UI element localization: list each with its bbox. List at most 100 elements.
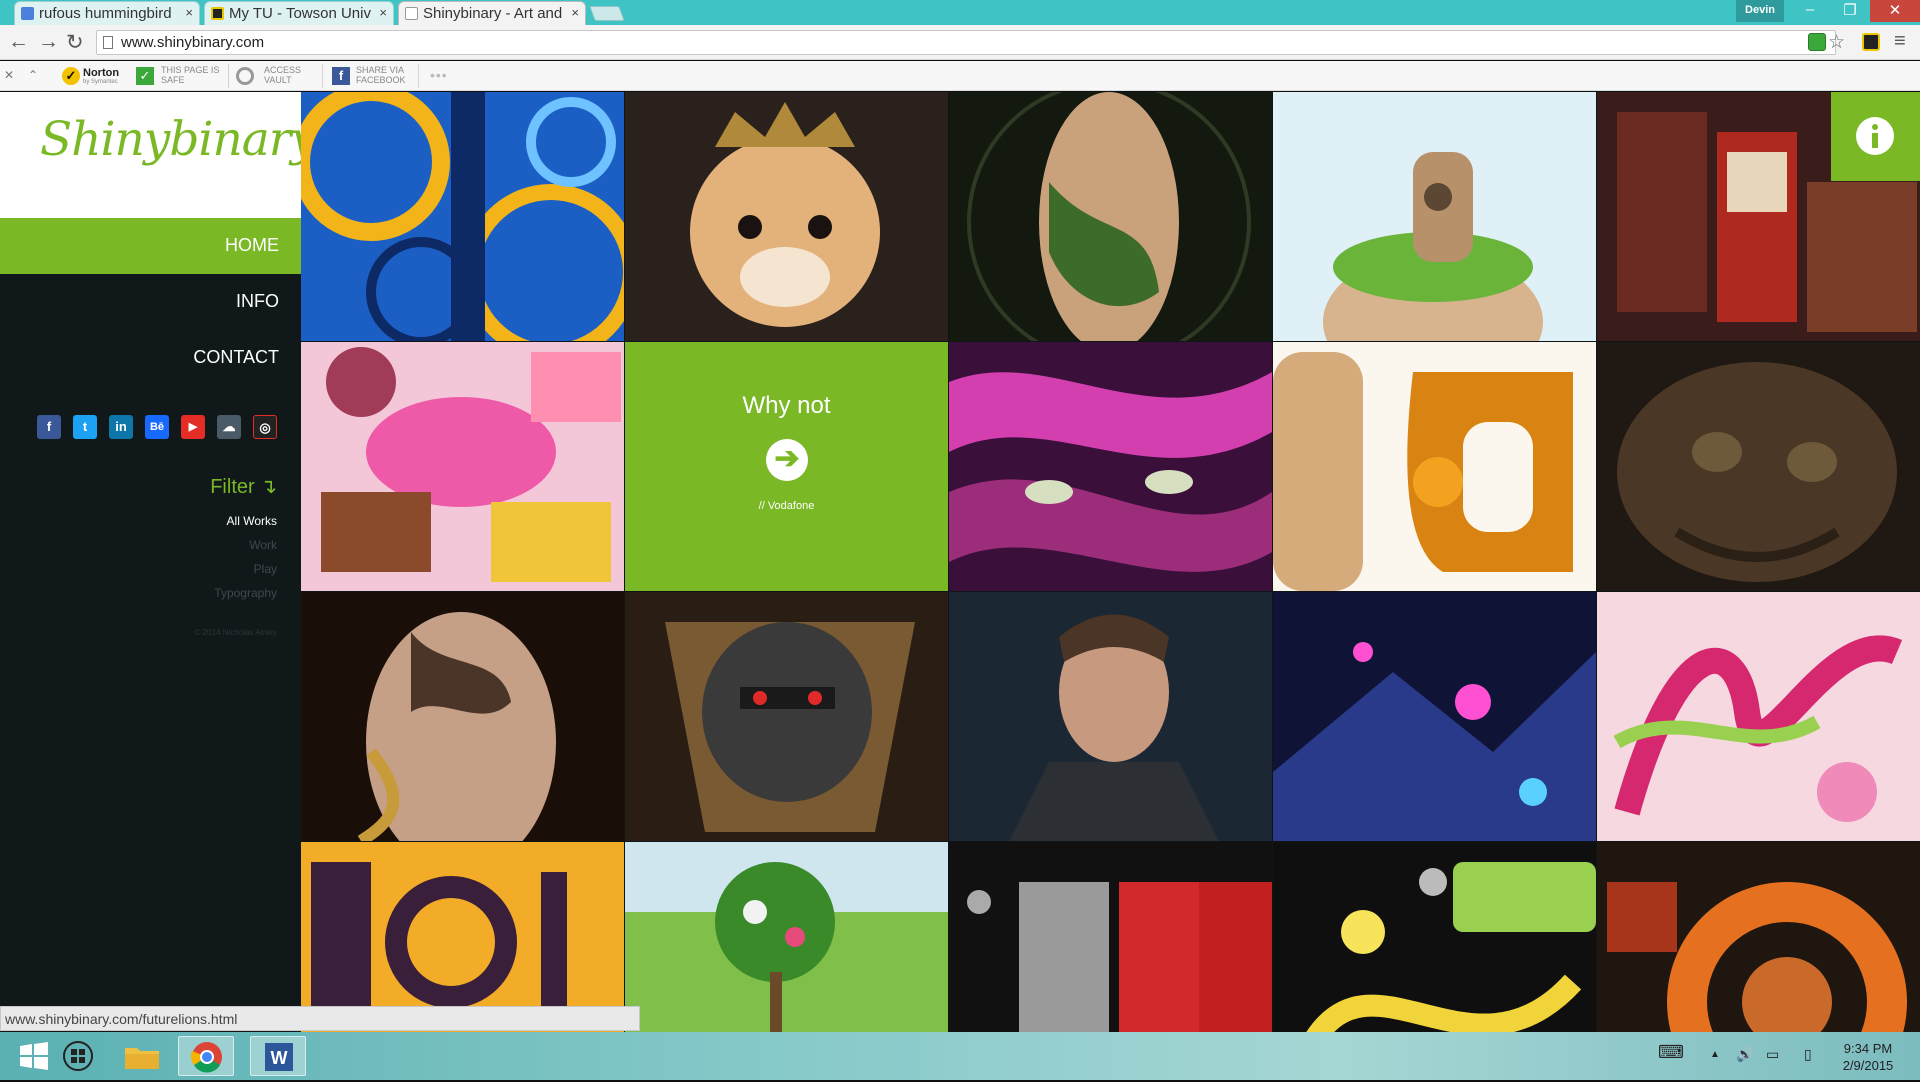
page-icon [103, 36, 113, 49]
cta-title: Why not [742, 392, 831, 419]
linkedin-icon[interactable]: in [109, 415, 133, 439]
portfolio-tile[interactable] [301, 592, 624, 841]
chrome-icon [191, 1042, 222, 1073]
norton-toolbar: ✕ ⌃ ✓ Norton by Symantec ✓ THIS PAGE IS S… [0, 61, 1920, 91]
minimize-button[interactable]: – [1790, 0, 1830, 22]
portfolio-tile[interactable] [1273, 92, 1596, 341]
apps-icon [63, 1041, 93, 1071]
tab-close-icon[interactable]: × [379, 5, 387, 20]
tab-close-icon[interactable]: × [185, 5, 193, 20]
filter-work[interactable]: Work [0, 538, 301, 552]
portfolio-tile[interactable] [301, 342, 624, 591]
portfolio-tile[interactable] [949, 92, 1272, 341]
clock-date: 2/9/2015 [1842, 1058, 1894, 1073]
forward-button[interactable]: → [38, 30, 59, 54]
vodafone-cta-tile[interactable]: Why not ➔ // Vodafone [625, 342, 948, 591]
speaker-icon[interactable]: 🔊 [1736, 1046, 1753, 1063]
arrow-right-icon[interactable]: ➔ [766, 439, 808, 481]
close-window-button[interactable]: ✕ [1870, 0, 1920, 22]
cloud-icon[interactable]: ☁ [217, 415, 241, 439]
start-button[interactable] [6, 1036, 62, 1076]
shield-extension-icon[interactable] [1808, 33, 1826, 51]
task-view-button[interactable] [58, 1036, 114, 1076]
info-button[interactable] [1831, 92, 1920, 181]
tab-close-icon[interactable]: × [571, 5, 579, 20]
back-button[interactable]: ← [8, 30, 29, 54]
vault-label: ACCESS VAULT [264, 65, 302, 85]
portfolio-tile[interactable] [949, 592, 1272, 841]
towson-icon [211, 7, 224, 20]
site-sidebar: Shinybinary HOME INFO CONTACT f t in Bē … [0, 92, 317, 1032]
chevron-up-icon[interactable]: ⌃ [28, 68, 38, 82]
web-page: Shinybinary HOME INFO CONTACT f t in Bē … [0, 92, 1920, 1032]
browser-title-bar: rufous hummingbird × My TU - Towson Univ… [0, 0, 1920, 25]
word-button[interactable]: W [250, 1036, 306, 1076]
bookmark-star-icon[interactable]: ☆ [1828, 31, 1845, 54]
monitor-icon[interactable]: ▭ [1766, 1046, 1779, 1063]
portfolio-tile[interactable] [301, 92, 624, 341]
portfolio-tile[interactable] [625, 92, 948, 341]
filter-heading[interactable]: Filter ↴ [0, 474, 301, 499]
portfolio-tile[interactable] [625, 842, 948, 1032]
menu-icon[interactable]: ≡ [1894, 30, 1906, 53]
tab-shinybinary[interactable]: Shinybinary - Art and × [398, 1, 586, 25]
tab-my-tu[interactable]: My TU - Towson Univ × [204, 1, 394, 25]
system-clock[interactable]: 9:34 PM 2/9/2015 [1818, 1040, 1918, 1074]
filter-all-works[interactable]: All Works [0, 514, 301, 528]
divider [228, 64, 229, 88]
address-bar-url: www.shinybinary.com [121, 34, 265, 51]
nav-contact[interactable]: CONTACT [0, 330, 301, 386]
facebook-icon: f [332, 67, 350, 85]
safe-label: THIS PAGE IS SAFE [161, 65, 220, 85]
maximize-button[interactable]: ❐ [1830, 0, 1870, 22]
file-explorer-button[interactable] [115, 1036, 171, 1076]
norton-extension-icon[interactable] [1862, 33, 1880, 51]
norton-sublabel: by Symantec [83, 79, 118, 85]
nav-home[interactable]: HOME [0, 218, 301, 274]
clock-time: 9:34 PM [1843, 1041, 1893, 1056]
youtube-icon[interactable]: ▶ [181, 415, 205, 439]
portfolio-tile[interactable] [949, 342, 1272, 591]
portfolio-tile[interactable] [1273, 592, 1596, 841]
nav-info[interactable]: INFO [0, 274, 301, 330]
filter-label: Filter [210, 476, 255, 498]
portfolio-tile[interactable] [1273, 342, 1596, 591]
portfolio-tile[interactable] [949, 842, 1272, 1032]
reload-button[interactable]: ↻ [66, 30, 84, 55]
browser-toolbar: ← → ↻ www.shinybinary.com ☆ ≡ [0, 25, 1920, 60]
close-icon[interactable]: ✕ [4, 68, 14, 82]
site-logo[interactable]: Shinybinary [0, 92, 317, 218]
tab-rufous-hummingbird[interactable]: rufous hummingbird × [14, 1, 200, 25]
divider [418, 64, 419, 88]
portfolio-tile[interactable] [1597, 342, 1920, 591]
facebook-icon[interactable]: f [37, 415, 61, 439]
arrow-down-icon: ↴ [260, 476, 277, 498]
user-profile-badge[interactable]: Devin [1736, 0, 1784, 22]
address-bar[interactable]: www.shinybinary.com [96, 30, 1836, 55]
filter-typography[interactable]: Typography [0, 586, 301, 600]
svg-text:W: W [271, 1048, 288, 1068]
copyright-text: © 2014 Nicholas Ainley [194, 628, 277, 637]
portfolio-tile[interactable] [301, 842, 624, 1032]
portfolio-tile[interactable] [625, 592, 948, 841]
more-icon[interactable]: ••• [430, 67, 448, 83]
battery-icon[interactable]: ▯ [1804, 1046, 1812, 1063]
dribbble-icon[interactable]: ◎ [253, 415, 277, 439]
norton-check-icon: ✓ [62, 67, 80, 85]
google-icon [21, 7, 34, 20]
filter-play[interactable]: Play [0, 562, 301, 576]
chevron-up-icon[interactable]: ▲ [1710, 1049, 1720, 1060]
chrome-button[interactable] [178, 1036, 234, 1076]
safe-check-icon: ✓ [136, 67, 154, 85]
windows-icon [20, 1042, 48, 1070]
new-tab-button[interactable] [589, 6, 625, 21]
windows-taskbar: W ⌨ ▲ 🔊 ▭ ▯ 9:34 PM 2/9/2015 [0, 1032, 1920, 1080]
portfolio-tile[interactable] [1597, 592, 1920, 841]
behance-icon[interactable]: Bē [145, 415, 169, 439]
page-icon [405, 7, 418, 20]
folder-icon [125, 1048, 159, 1069]
keyboard-icon[interactable]: ⌨ [1658, 1042, 1684, 1063]
portfolio-tile[interactable] [1273, 842, 1596, 1032]
portfolio-tile[interactable] [1597, 842, 1920, 1032]
twitter-icon[interactable]: t [73, 415, 97, 439]
